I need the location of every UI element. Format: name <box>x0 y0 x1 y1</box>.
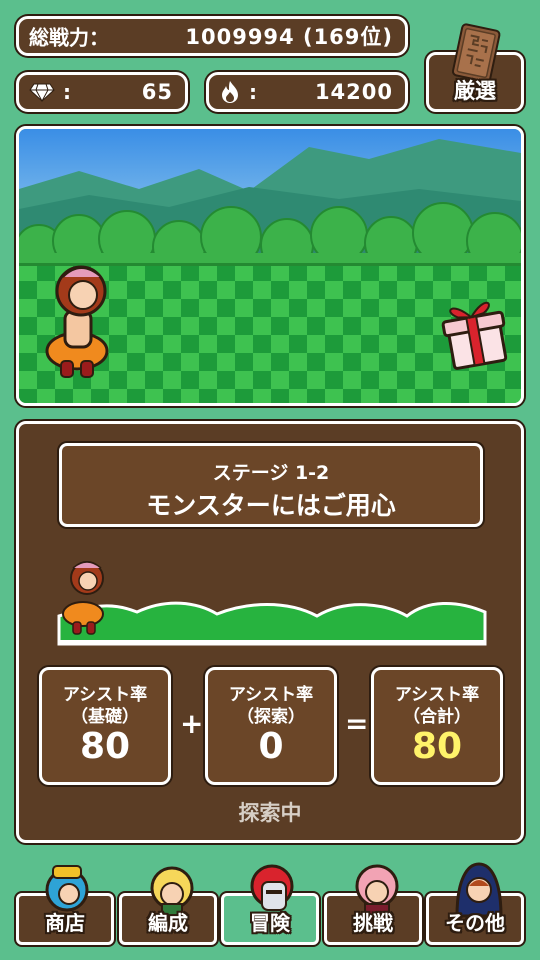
book-select-button[interactable]: 厳選 <box>426 23 524 112</box>
stage-panel: ステージ 1-2 モンスターにはご用心 アシスト率 （基礎） 80 + アシスト… <box>16 421 524 843</box>
gem-counter: : 65 <box>16 72 188 112</box>
fire-label: : <box>249 80 257 104</box>
exploring-status: 探索中 <box>238 801 302 825</box>
total-power-value: 1009994 (169位) <box>185 25 393 49</box>
nav-shop-label: 商店 <box>45 911 85 935</box>
nav-other-label: その他 <box>445 911 505 935</box>
assist-total-box: アシスト率 （合計） 80 <box>371 667 503 785</box>
diamond-icon <box>29 83 55 102</box>
stage-title-box: ステージ 1-2 モンスターにはご用心 <box>59 443 483 527</box>
stage-number: ステージ 1-2 <box>212 462 330 484</box>
assist-base-sublabel: （基礎） <box>71 707 139 727</box>
flame-icon <box>222 81 238 103</box>
progress-terrain <box>57 601 487 646</box>
nav-adventure-button[interactable]: 冒険 <box>221 864 319 945</box>
assist-base-box: アシスト率 （基礎） 80 <box>39 667 171 785</box>
nav-challenge-label: 挑戦 <box>353 911 393 935</box>
fire-value: 14200 <box>314 80 393 104</box>
gem-value: 65 <box>141 80 173 104</box>
assist-total-value: 80 <box>411 726 463 767</box>
progress-heroine-marker <box>62 561 104 635</box>
fire-counter: : 14200 <box>206 72 408 112</box>
assist-explore-value: 0 <box>258 726 284 767</box>
exploration-scene <box>16 126 524 406</box>
assist-total-sublabel: （合計） <box>403 707 471 727</box>
nav-formation-button[interactable]: 編成 <box>119 866 217 945</box>
heroine-sprite <box>45 265 109 378</box>
equals-sign: = <box>345 707 369 740</box>
nav-adventure-label: 冒険 <box>250 911 290 935</box>
total-power-bar: 総戦力： 1009994 (169位) <box>16 16 408 56</box>
book-select-label: 厳選 <box>454 79 496 103</box>
gift-box-icon <box>441 301 508 370</box>
total-power-label: 総戦力： <box>29 25 109 50</box>
nav-shop-button[interactable]: 商店 <box>16 865 114 945</box>
nav-formation-label: 編成 <box>148 911 188 935</box>
nav-other-button[interactable]: その他 <box>426 862 524 945</box>
assist-base-value: 80 <box>79 726 131 767</box>
stage-title: モンスターにはご用心 <box>146 491 396 520</box>
assist-explore-box: アシスト率 （探索） 0 <box>205 667 337 785</box>
gem-label: : <box>63 80 71 104</box>
assist-explore-sublabel: （探索） <box>237 707 305 727</box>
nav-challenge-button[interactable]: 挑戦 <box>324 864 422 945</box>
plus-sign: + <box>180 707 204 740</box>
